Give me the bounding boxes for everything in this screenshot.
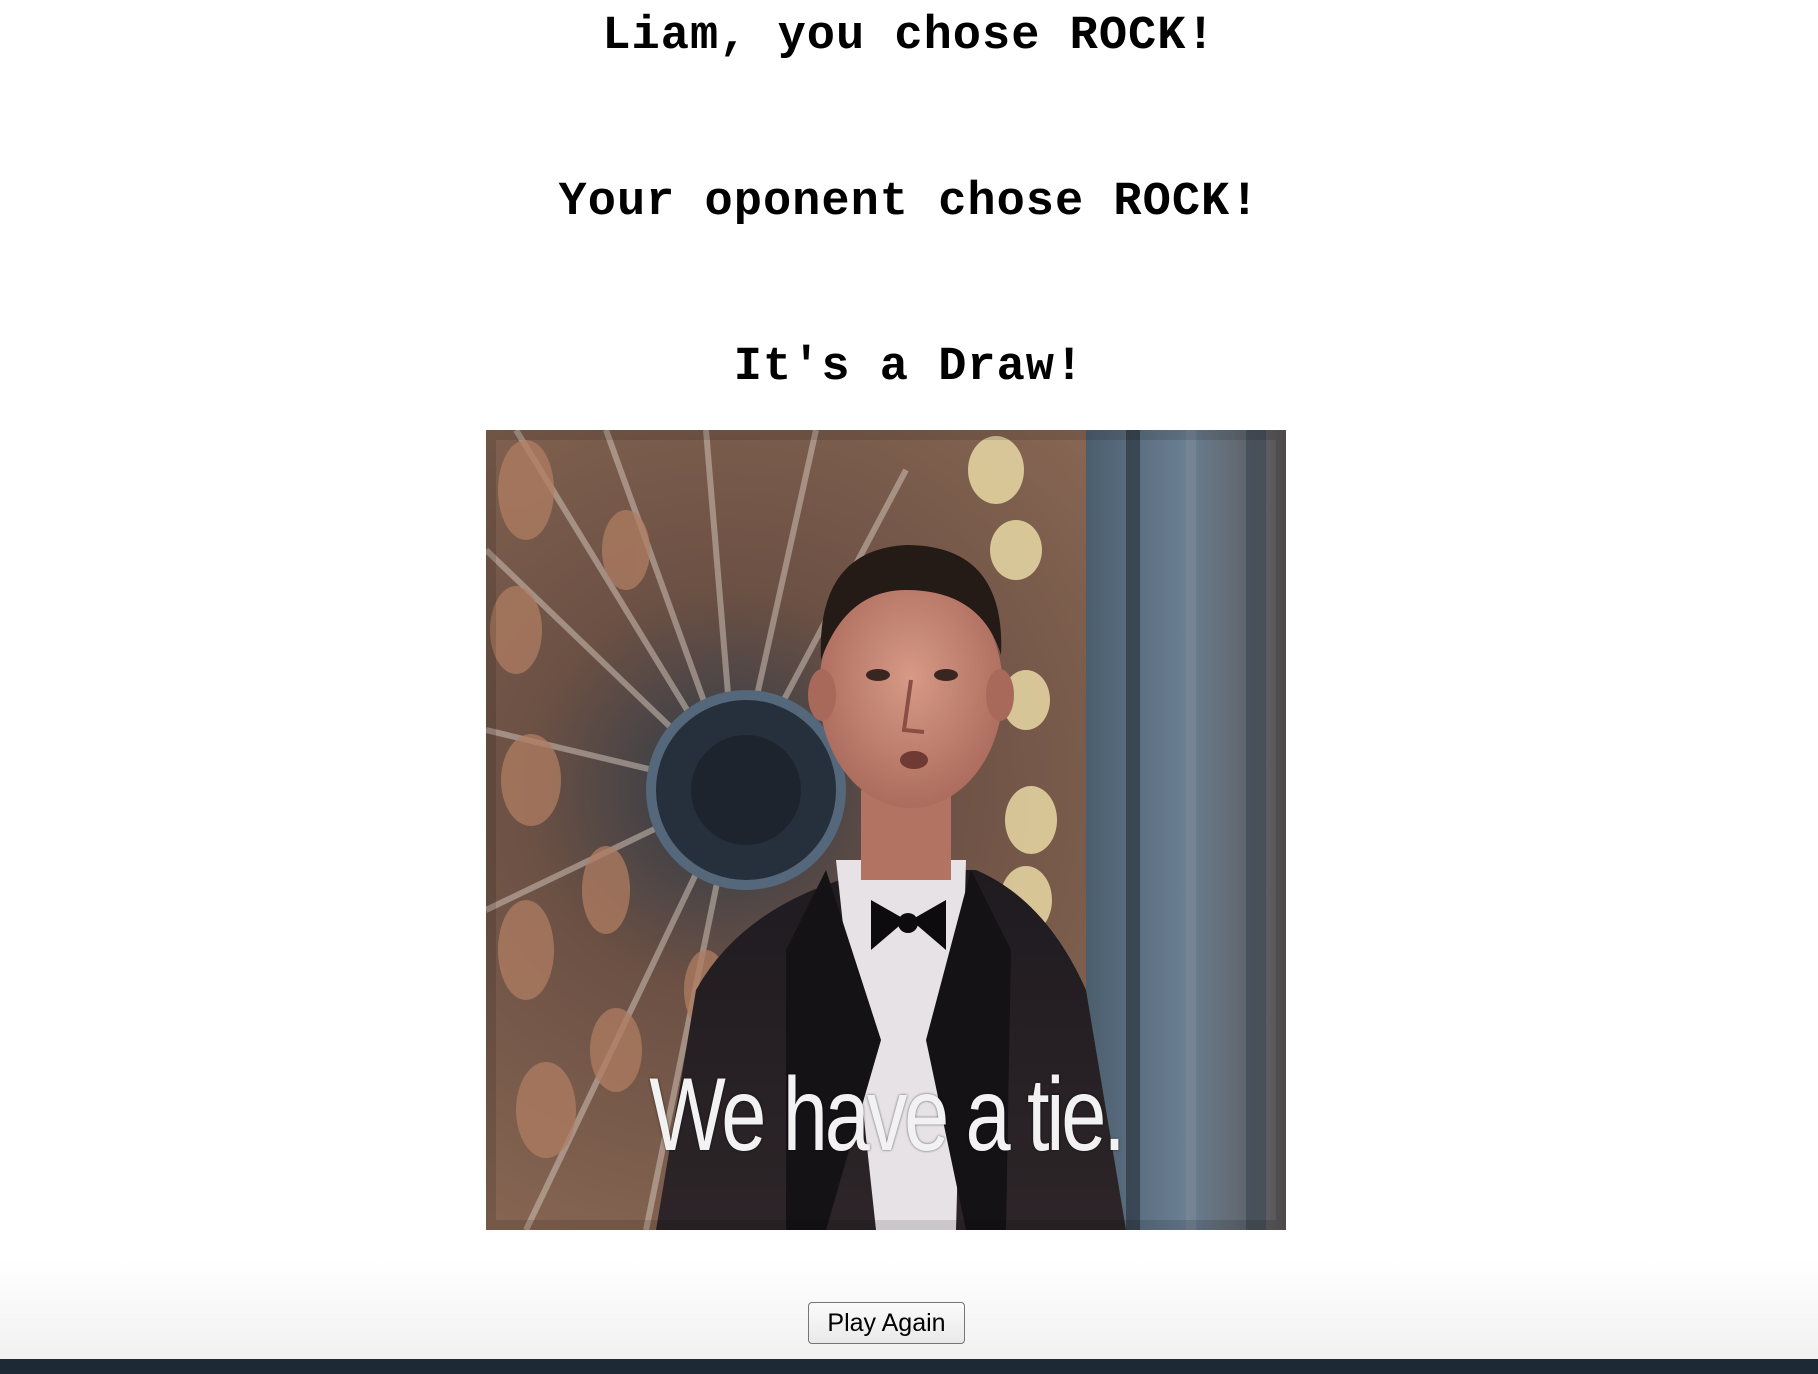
footer-strip	[0, 1359, 1818, 1374]
outcome-heading: It's a Draw!	[733, 341, 1085, 394]
user-choice-heading: Liam, you chose ROCK!	[602, 10, 1216, 63]
opponent-choice-heading: Your oponent chose ROCK!	[558, 176, 1260, 229]
gif-caption-text: We have a tie.	[649, 1057, 1126, 1173]
game-result-page: Liam, you chose ROCK! Your oponent chose…	[0, 0, 1818, 1359]
tie-reaction-gif: We have a tie.	[486, 430, 1286, 1230]
play-again-button[interactable]: Play Again	[808, 1302, 965, 1344]
